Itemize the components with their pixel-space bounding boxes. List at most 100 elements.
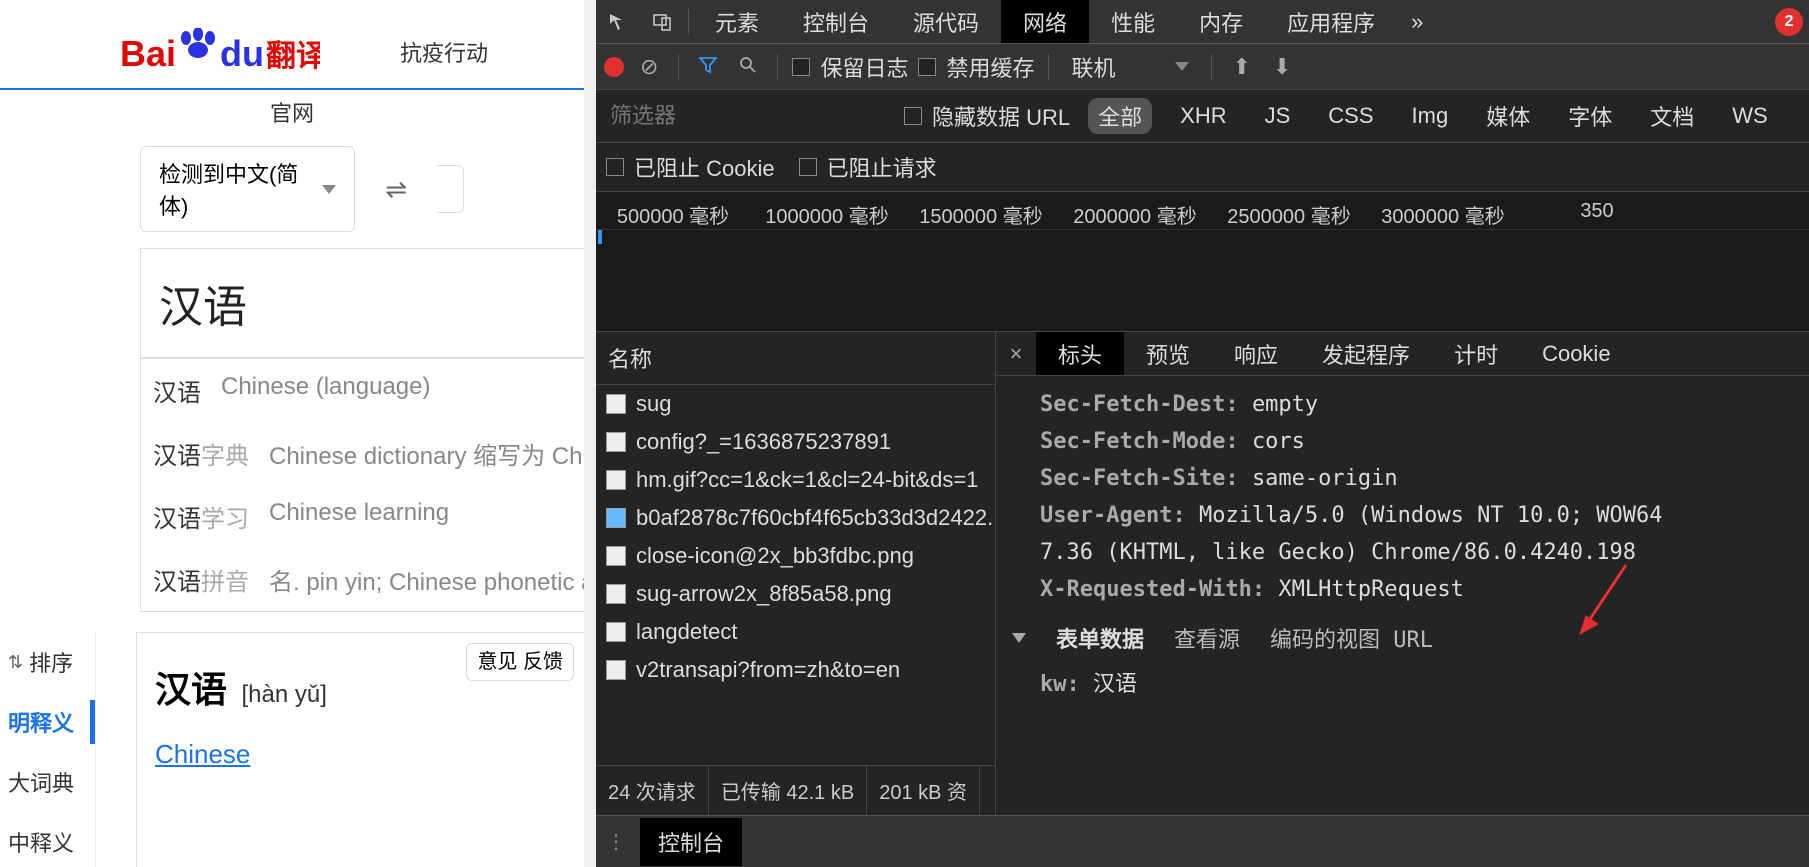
suggestion-cn: 汉语拼音 (153, 562, 249, 597)
request-item[interactable]: langdetect (596, 613, 995, 651)
filter-type-media[interactable]: 媒体 (1476, 98, 1540, 134)
device-toolbar-icon[interactable] (640, 12, 684, 32)
detail-tab-timing[interactable]: 计时 (1432, 332, 1520, 375)
suggestion-item[interactable]: 汉语字典 Chinese dictionary 缩写为 Chi (141, 422, 584, 485)
detail-tab-headers[interactable]: 标头 (1036, 332, 1124, 375)
filter-type-all[interactable]: 全部 (1088, 98, 1152, 134)
source-lang-select[interactable]: 检测到中文(简体) (140, 146, 355, 232)
request-item[interactable]: v2transapi?from=zh&to=en (596, 651, 995, 689)
view-source-link[interactable]: 查看源 (1174, 622, 1240, 654)
request-item[interactable]: b0af2878c7f60cbf4f65cb33d3d2422.. (596, 499, 995, 537)
svg-text:du: du (220, 33, 264, 74)
network-lower: 名称 sug config?_=1636875237891 hm.gif?cc=… (596, 332, 1809, 815)
filter-type-doc[interactable]: 文档 (1640, 98, 1704, 134)
filter-type-img[interactable]: Img (1402, 101, 1459, 131)
record-button[interactable] (604, 57, 624, 77)
filter-type-ws[interactable]: WS (1722, 101, 1777, 131)
filter-icon[interactable] (693, 54, 723, 80)
download-har-icon[interactable]: ⬇ (1267, 54, 1297, 80)
request-item[interactable]: config?_=1636875237891 (596, 423, 995, 461)
tab-application[interactable]: 应用程序 (1265, 0, 1397, 43)
timeline-marker (598, 230, 602, 244)
suggestion-item[interactable]: 汉语拼音 名. pin yin; Chinese phonetic a (141, 548, 584, 611)
request-item[interactable]: sug-arrow2x_8f85a58.png (596, 575, 995, 613)
tab-elements[interactable]: 元素 (693, 0, 781, 43)
sort-icon: ⇅ (8, 652, 23, 673)
tab-console[interactable]: 控制台 (781, 0, 891, 43)
header-row: Bai du 翻译 抗疫行动 (0, 0, 584, 88)
request-item[interactable]: close-icon@2x_bb3fdbc.png (596, 537, 995, 575)
suggestion-en: 名. pin yin; Chinese phonetic a (269, 562, 595, 597)
request-item[interactable]: sug (596, 385, 995, 423)
devtools-main-tabs: 元素 控制台 源代码 网络 性能 内存 应用程序 » 2 (596, 0, 1809, 44)
filter-input[interactable] (606, 99, 886, 133)
disable-cache-checkbox[interactable]: 禁用缓存 (918, 51, 1034, 83)
detail-tab-initiator[interactable]: 发起程序 (1300, 332, 1432, 375)
tab-memory[interactable]: 内存 (1177, 0, 1265, 43)
header-line: Sec-Fetch-Dest: empty (1040, 386, 1809, 423)
drawer-tab-console[interactable]: 控制台 (640, 818, 742, 866)
timeline-tick: 2000000 毫秒 (1058, 200, 1212, 229)
network-toolbar: ⊘ 保留日志 禁用缓存 联机 ⬆ ⬇ (596, 44, 1809, 90)
detail-tab-response[interactable]: 响应 (1212, 332, 1300, 375)
suggestion-en: Chinese dictionary 缩写为 Chi (269, 436, 588, 471)
filter-type-css[interactable]: CSS (1318, 101, 1383, 131)
filter-type-xhr[interactable]: XHR (1170, 101, 1236, 131)
source-text-value: 汉语 (159, 271, 566, 335)
hide-data-url-checkbox[interactable]: 隐藏数据 URL (904, 100, 1070, 132)
header-line: X-Requested-With: XMLHttpRequest (1040, 571, 1809, 608)
close-detail-icon[interactable]: × (996, 341, 1036, 367)
more-tabs-icon[interactable]: » (1397, 9, 1437, 35)
swap-languages-icon[interactable]: ⇌ (385, 174, 407, 205)
filter-type-js[interactable]: JS (1255, 101, 1301, 131)
language-selector-row: 检测到中文(简体) ⇌ (0, 146, 584, 248)
result-card: 意见 反馈 汉语 [hàn yǔ] Chinese (136, 632, 584, 867)
request-count: 24 次请求 (596, 766, 709, 815)
scrollbar[interactable] (584, 0, 596, 867)
file-icon (606, 432, 626, 452)
timeline-tick: 2500000 毫秒 (1212, 200, 1366, 229)
drawer-menu-icon[interactable]: ⋮ (606, 829, 626, 854)
scrollbar-thumb[interactable] (584, 0, 596, 90)
sidebar-item-cn-definition[interactable]: 中释义 (0, 812, 95, 867)
search-icon[interactable] (733, 54, 763, 80)
suggestion-item[interactable]: 汉语学习 Chinese learning (141, 485, 584, 548)
target-lang-select-stub[interactable] (437, 165, 464, 213)
sidebar-item-dictionary[interactable]: 大词典 (0, 752, 95, 812)
baidu-fanyi-logo[interactable]: Bai du 翻译 (120, 28, 320, 76)
blocked-cookie-checkbox[interactable]: 已阻止 Cookie (606, 151, 775, 183)
result-translation-link[interactable]: Chinese (155, 739, 250, 770)
blocked-request-checkbox[interactable]: 已阻止请求 (799, 151, 937, 183)
view-url-encoded-link[interactable]: 编码的视图 URL (1270, 622, 1433, 654)
preserve-log-checkbox[interactable]: 保留日志 (792, 51, 908, 83)
error-badge[interactable]: 2 (1775, 8, 1803, 36)
file-icon (606, 660, 626, 680)
throttling-select[interactable]: 联机 (1063, 51, 1197, 83)
detail-tab-cookie[interactable]: Cookie (1520, 332, 1632, 375)
sidebar-sort[interactable]: ⇅排序 (0, 632, 95, 692)
form-data-section[interactable]: 表单数据 查看源 编码的视图 URL (1012, 608, 1809, 660)
source-text-input[interactable]: 汉语 (140, 248, 584, 358)
tab-sources[interactable]: 源代码 (891, 0, 1001, 43)
header-line: User-Agent: Mozilla/5.0 (Windows NT 10.0… (1040, 497, 1809, 534)
suggestion-item[interactable]: 汉语 Chinese (language) (141, 359, 584, 422)
result-sidebar: ⇅排序 明释义 大词典 中释义 (0, 632, 96, 867)
detail-tab-preview[interactable]: 预览 (1124, 332, 1212, 375)
timeline-tick: 500000 毫秒 (596, 200, 750, 229)
filter-type-font[interactable]: 字体 (1558, 98, 1622, 134)
network-filter-row: 隐藏数据 URL 全部 XHR JS CSS Img 媒体 字体 文档 WS (596, 90, 1809, 143)
upload-har-icon[interactable]: ⬆ (1226, 54, 1256, 80)
tab-network[interactable]: 网络 (1001, 0, 1089, 43)
inspect-element-icon[interactable] (596, 12, 640, 32)
file-icon (606, 622, 626, 642)
request-detail-panel: × 标头 预览 响应 发起程序 计时 Cookie Sec-Fetch-Dest… (996, 332, 1809, 815)
request-item[interactable]: hm.gif?cc=1&ck=1&cl=24-bit&ds=1 (596, 461, 995, 499)
feedback-button[interactable]: 意见 反馈 (466, 643, 574, 681)
network-timeline[interactable]: 500000 毫秒 1000000 毫秒 1500000 毫秒 2000000 … (596, 192, 1809, 332)
devtools-panel: 元素 控制台 源代码 网络 性能 内存 应用程序 » 2 ⊘ 保留日志 禁用缓存… (596, 0, 1809, 867)
separator (688, 9, 689, 35)
tab-performance[interactable]: 性能 (1089, 0, 1177, 43)
sidebar-item-definition[interactable]: 明释义 (0, 692, 95, 752)
nav-covid-link[interactable]: 抗疫行动 (400, 36, 488, 68)
clear-icon[interactable]: ⊘ (634, 54, 664, 80)
